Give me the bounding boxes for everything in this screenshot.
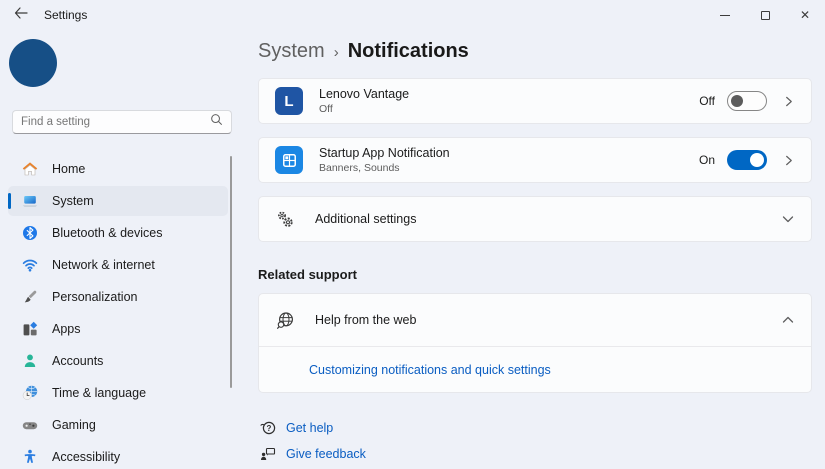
- globe-search-icon: [275, 310, 295, 330]
- sidebar-item-label: Accessibility: [52, 450, 120, 464]
- sidebar-item-gaming[interactable]: Gaming: [8, 410, 228, 440]
- sidebar-nav: Home System Bluetooth & devices Network …: [8, 154, 228, 469]
- card-title: Help from the web: [315, 313, 781, 327]
- chevron-right-icon: [781, 153, 795, 167]
- lenovo-vantage-toggle[interactable]: [727, 91, 767, 111]
- accessibility-icon: [22, 449, 38, 465]
- back-arrow-icon: [14, 6, 28, 24]
- time-language-icon: [22, 385, 38, 401]
- chevron-down-icon: [781, 212, 795, 226]
- personalization-icon: [22, 289, 38, 305]
- setting-card-startup-app-notification[interactable]: Startup App Notification Banners, Sounds…: [258, 137, 812, 183]
- sidebar-item-apps[interactable]: Apps: [8, 314, 228, 344]
- sidebar-item-label: Network & internet: [52, 258, 155, 272]
- card-title: Additional settings: [315, 212, 781, 226]
- card-title: Startup App Notification: [319, 146, 699, 160]
- maximize-icon: [761, 11, 770, 20]
- related-support-heading: Related support: [258, 267, 357, 282]
- sidebar-item-label: Personalization: [52, 290, 137, 304]
- setting-card-additional-settings[interactable]: Additional settings: [258, 196, 812, 242]
- sidebar-item-label: Apps: [52, 322, 81, 336]
- avatar[interactable]: [9, 39, 57, 87]
- bluetooth-icon: [22, 225, 38, 241]
- toggle-knob: [731, 95, 743, 107]
- close-button[interactable]: ✕: [785, 0, 825, 30]
- lenovo-vantage-icon: L: [275, 87, 303, 115]
- network-icon: [22, 257, 38, 273]
- sidebar-item-network-internet[interactable]: Network & internet: [8, 250, 228, 280]
- system-icon: [22, 193, 38, 209]
- sidebar-item-label: Time & language: [52, 386, 146, 400]
- svg-text:?: ?: [267, 424, 272, 433]
- get-help-link[interactable]: ? Get help: [260, 420, 333, 436]
- sidebar-item-label: Accounts: [52, 354, 103, 368]
- sidebar-item-accounts[interactable]: Accounts: [8, 346, 228, 376]
- startup-app-icon: [275, 146, 303, 174]
- sidebar-scrollbar[interactable]: [230, 156, 232, 388]
- apps-icon: [22, 321, 38, 337]
- gears-icon: [275, 209, 295, 229]
- settings-window: Settings ✕ Home: [0, 0, 825, 469]
- gaming-icon: [22, 417, 38, 433]
- sidebar-item-accessibility[interactable]: Accessibility: [8, 442, 228, 469]
- page-title: Notifications: [348, 40, 469, 63]
- footer-link-label: Give feedback: [286, 447, 366, 461]
- get-help-icon: ?: [260, 420, 276, 436]
- card-subtitle: Banners, Sounds: [319, 162, 699, 174]
- close-icon: ✕: [800, 9, 810, 21]
- back-button[interactable]: [6, 4, 36, 26]
- sidebar-item-label: Home: [52, 162, 85, 176]
- customizing-notifications-link[interactable]: Customizing notifications and quick sett…: [309, 363, 551, 377]
- sidebar: Home System Bluetooth & devices Network …: [0, 30, 245, 469]
- breadcrumb-parent[interactable]: System: [258, 40, 325, 63]
- sidebar-item-label: Bluetooth & devices: [52, 226, 163, 240]
- title-bar: Settings ✕: [0, 0, 825, 30]
- setting-card-lenovo-vantage[interactable]: L Lenovo Vantage Off Off: [258, 78, 812, 124]
- toggle-knob: [750, 153, 764, 167]
- minimize-button[interactable]: [705, 0, 745, 30]
- breadcrumb: System › Notifications: [258, 40, 469, 63]
- sidebar-item-home[interactable]: Home: [8, 154, 228, 184]
- help-from-web-card: Help from the web Customizing notificati…: [258, 293, 812, 393]
- toggle-label: Off: [699, 94, 715, 108]
- sidebar-item-personalization[interactable]: Personalization: [8, 282, 228, 312]
- startup-app-notification-toggle[interactable]: [727, 150, 767, 170]
- chevron-right-icon: [781, 94, 795, 108]
- sidebar-item-label: System: [52, 194, 94, 208]
- sidebar-item-time-language[interactable]: Time & language: [8, 378, 228, 408]
- help-from-web-header[interactable]: Help from the web: [259, 294, 811, 346]
- window-controls: ✕: [705, 0, 825, 30]
- breadcrumb-separator-icon: ›: [334, 43, 339, 61]
- maximize-button[interactable]: [745, 0, 785, 30]
- give-feedback-link[interactable]: Give feedback: [260, 446, 366, 462]
- sidebar-item-label: Gaming: [52, 418, 96, 432]
- sidebar-item-bluetooth-devices[interactable]: Bluetooth & devices: [8, 218, 228, 248]
- minimize-icon: [720, 15, 730, 16]
- home-icon: [22, 161, 38, 177]
- sidebar-item-system[interactable]: System: [8, 186, 228, 216]
- toggle-label: On: [699, 153, 715, 167]
- main-content: System › Notifications L Lenovo Vantage …: [258, 30, 812, 469]
- search-icon: [210, 113, 223, 131]
- lenovo-icon-letter: L: [284, 93, 293, 110]
- accounts-icon: [22, 353, 38, 369]
- search-input[interactable]: [21, 116, 210, 128]
- chevron-up-icon: [781, 313, 795, 327]
- card-title: Lenovo Vantage: [319, 87, 699, 101]
- footer-link-label: Get help: [286, 421, 333, 435]
- feedback-icon: [260, 446, 276, 462]
- search-box[interactable]: [12, 110, 232, 134]
- app-title: Settings: [44, 8, 87, 22]
- card-subtitle: Off: [319, 103, 699, 115]
